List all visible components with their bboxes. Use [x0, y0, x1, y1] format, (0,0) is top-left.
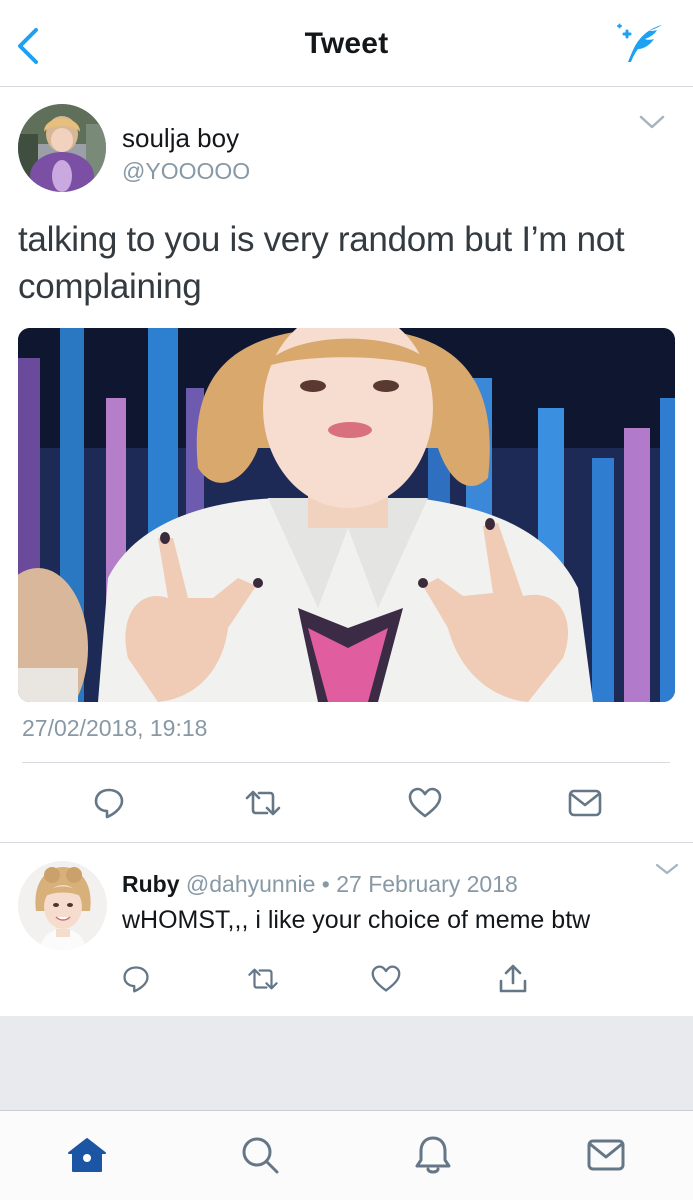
author-handle[interactable]: @YOOOOO: [122, 158, 250, 185]
notifications-icon[interactable]: [411, 1133, 455, 1177]
like-icon[interactable]: [400, 778, 450, 828]
reply-author-handle[interactable]: @dahyunnie: [186, 871, 316, 897]
reply-text: wHOMST,,, i like your choice of meme btw: [122, 906, 591, 934]
bottom-tab-bar: [0, 1110, 693, 1200]
chevron-down-icon[interactable]: [638, 112, 666, 132]
compose-tweet-icon[interactable]: [614, 22, 666, 66]
reply-author-avatar[interactable]: [18, 861, 107, 950]
reply-icon[interactable]: [116, 959, 156, 999]
reply-author-name[interactable]: Ruby: [122, 871, 180, 897]
retweet-icon[interactable]: [238, 778, 288, 828]
navigation-header: Tweet: [0, 0, 693, 87]
reply-tweet: Ruby @dahyunnie • 27 February 2018 wHOMS…: [0, 844, 693, 1016]
main-tweet: soulja boy @YOOOOO talking to you is ver…: [0, 88, 693, 843]
tweet-timestamp: 27/02/2018, 19:18: [22, 715, 208, 741]
reply-icon[interactable]: [84, 778, 134, 828]
meta-separator: •: [321, 871, 330, 897]
page-title: Tweet: [304, 27, 389, 60]
author-name[interactable]: soulja boy: [122, 123, 239, 154]
tweet-action-bar: [0, 778, 693, 828]
reply-action-bar: [0, 959, 693, 999]
messages-icon[interactable]: [584, 1133, 628, 1177]
chevron-down-icon[interactable]: [654, 860, 680, 878]
divider: [22, 762, 670, 763]
like-icon[interactable]: [366, 959, 406, 999]
empty-background-area: [0, 1016, 693, 1110]
search-icon[interactable]: [238, 1133, 282, 1177]
retweet-icon[interactable]: [243, 959, 283, 999]
reply-date: 27 February 2018: [336, 871, 518, 897]
tweet-media-image[interactable]: [18, 328, 675, 702]
home-icon[interactable]: [65, 1133, 109, 1177]
message-icon[interactable]: [560, 778, 610, 828]
tweet-text: talking to you is very random but I’m no…: [18, 220, 625, 306]
share-icon[interactable]: [493, 959, 533, 999]
reply-meta: Ruby @dahyunnie • 27 February 2018: [122, 871, 518, 898]
author-avatar[interactable]: [18, 104, 106, 192]
